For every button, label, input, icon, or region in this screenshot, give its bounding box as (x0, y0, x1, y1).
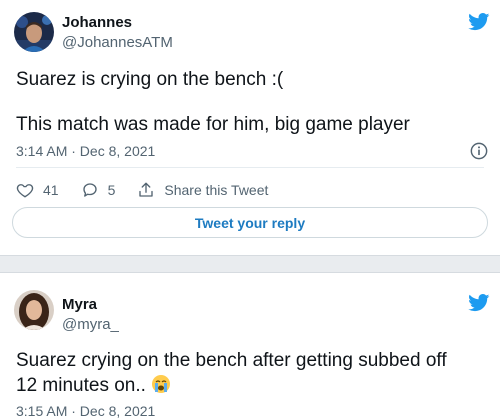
author-name[interactable]: Johannes (62, 14, 132, 31)
tweet-text-line-2: This match was made for him, big game pl… (16, 114, 410, 135)
tweet-card-johannes: Johannes @JohannesATM Suarez is crying o… (0, 0, 500, 256)
twitter-bird-icon[interactable] (468, 13, 490, 31)
heart-icon (16, 184, 34, 198)
like-count: 41 (43, 182, 59, 198)
avatar-johannes[interactable] (14, 12, 54, 52)
share-icon (139, 182, 154, 197)
divider (16, 167, 484, 168)
loudly-crying-face-icon (151, 374, 171, 394)
like-action[interactable]: 41 (16, 181, 59, 199)
tweet-timestamp[interactable]: 3:14 AM · Dec 8, 2021 (16, 143, 155, 159)
tweet-text: Suarez crying on the bench after getting… (16, 348, 456, 398)
tweet-text-line-1: Suarez is crying on the bench :( (16, 69, 284, 90)
author-handle[interactable]: @myra_ (62, 316, 119, 333)
info-icon[interactable] (470, 142, 488, 160)
tweet-card-myra: Myra @myra_ Suarez crying on the bench a… (0, 272, 500, 420)
share-action[interactable]: Share this Tweet (137, 181, 268, 199)
author-name[interactable]: Myra (62, 296, 97, 313)
avatar-myra[interactable] (14, 290, 54, 330)
author-handle[interactable]: @JohannesATM (62, 34, 173, 51)
twitter-bird-icon[interactable] (468, 294, 490, 312)
reply-count: 5 (107, 182, 116, 198)
tweet-your-reply-button[interactable]: Tweet your reply (12, 207, 488, 238)
tweet-timestamp[interactable]: 3:15 AM · Dec 8, 2021 (16, 403, 155, 419)
share-label: Share this Tweet (164, 182, 269, 198)
reply-action[interactable]: 5 (81, 181, 116, 199)
speech-bubble-icon (82, 183, 97, 197)
tweet-text-content: Suarez crying on the bench after getting… (16, 350, 447, 396)
tweet-actions: 41 5 Share this Tweet (16, 180, 290, 200)
